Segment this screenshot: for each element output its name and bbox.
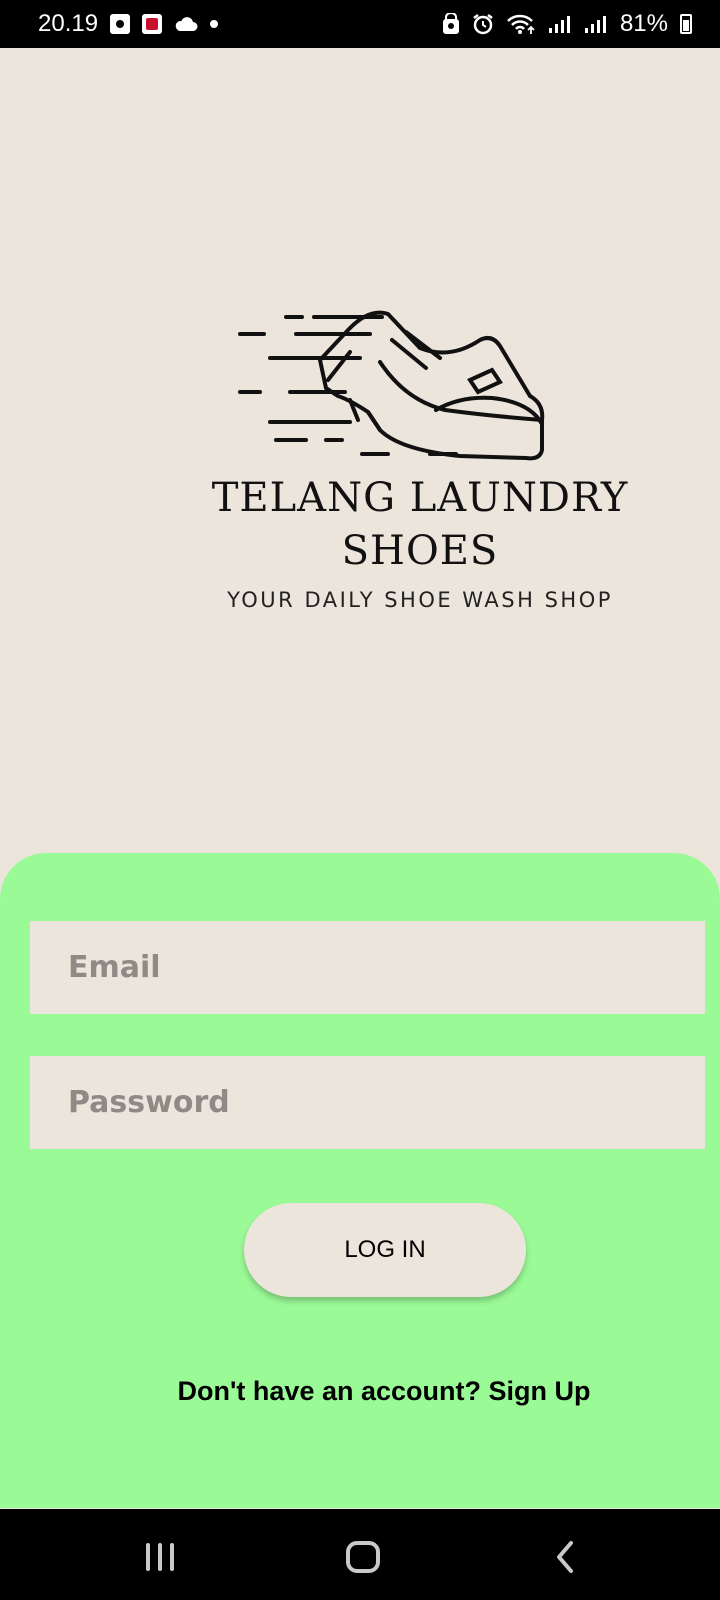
status-left: 20.19 [38, 10, 219, 38]
alarm-icon [473, 14, 493, 35]
email-field[interactable] [30, 921, 705, 1014]
wifi-icon [507, 14, 535, 34]
face-unlock-icon [442, 13, 459, 34]
battery-percentage: 81% [619, 10, 668, 37]
status-bar: 20.19 81% [0, 0, 720, 48]
brand-logo: TELANG LAUNDRY SHOES YOUR DAILY SHOE WAS… [180, 290, 660, 620]
back-icon[interactable] [553, 1539, 577, 1575]
brand-name-second-line: SHOES [341, 528, 499, 574]
email-input[interactable] [68, 950, 705, 985]
home-icon[interactable] [346, 1541, 380, 1573]
signup-link[interactable]: Don't have an account? Sign Up [0, 1376, 720, 1407]
brand-tagline: YOUR DAILY SHOE WASH SHOP [227, 588, 613, 612]
signal-icon [584, 16, 606, 33]
status-right: 81% [442, 10, 692, 38]
battery-icon [680, 14, 692, 34]
status-time: 20.19 [38, 10, 99, 37]
login-panel: LOG IN Don't have an account? Sign Up [0, 853, 720, 1508]
signal-icon [548, 16, 570, 33]
password-field[interactable] [30, 1056, 705, 1149]
password-input[interactable] [68, 1085, 705, 1120]
dot-icon [210, 20, 219, 28]
notification-icon [110, 14, 131, 34]
recents-icon[interactable] [146, 1543, 178, 1571]
shoe-icon [238, 310, 545, 461]
login-button[interactable]: LOG IN [244, 1203, 526, 1297]
app-icon [142, 14, 163, 34]
cloud-icon [175, 17, 198, 31]
navigation-bar [0, 1509, 720, 1600]
brand-name: TELANG LAUNDRY [211, 475, 629, 521]
